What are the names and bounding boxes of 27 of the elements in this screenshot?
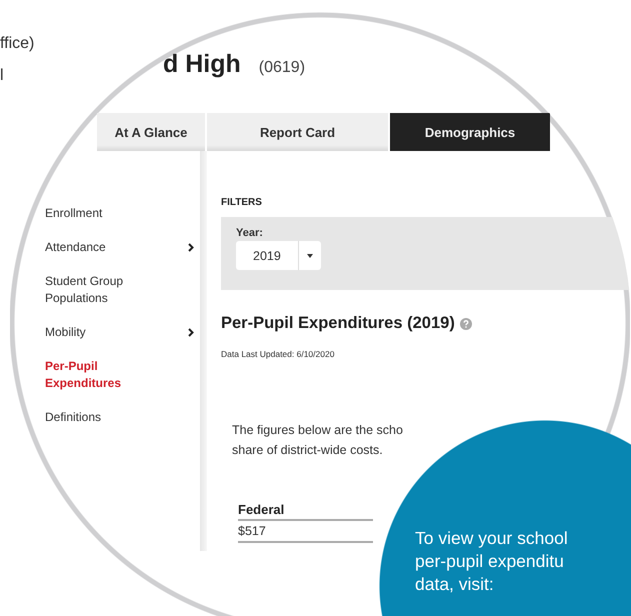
sidebar-item[interactable]: Student Group Populations: [45, 273, 155, 307]
column-header: Federal: [238, 502, 373, 521]
intro-text: The figures below are the scho: [232, 422, 403, 439]
update-date: Data Last Updated: 6/10/2020: [221, 349, 336, 359]
school-name: d High: [163, 50, 241, 79]
sidebar-item[interactable]: Enrollment: [45, 205, 155, 222]
table-cell: $517: [238, 521, 373, 543]
tab[interactable]: Report Card: [207, 113, 388, 151]
section-title: Per-Pupil Expenditures (2019): [221, 314, 455, 333]
callout-text: per-pupil expenditu: [415, 550, 564, 573]
intro-text: share of district-wide costs.: [232, 442, 383, 459]
year-select[interactable]: 2019: [236, 241, 321, 270]
school-code: (0619): [258, 59, 306, 77]
background-text: ffice): [0, 34, 34, 54]
caret-icon: [306, 254, 313, 258]
help-icon[interactable]: [460, 318, 472, 330]
tab[interactable]: Demographics: [390, 113, 550, 151]
callout-text: data, visit:: [415, 573, 494, 596]
callout-text: To view your school: [415, 527, 568, 550]
filters-heading: FILTERS: [221, 197, 263, 208]
sidebar-item[interactable]: Attendance: [45, 239, 155, 256]
sidebar-item[interactable]: Per-Pupil Expenditures: [45, 358, 155, 392]
sidebar-item[interactable]: Definitions: [45, 409, 155, 426]
background-text: l: [0, 66, 4, 86]
tab[interactable]: At A Glance: [97, 113, 205, 151]
sidebar-item[interactable]: Mobility: [45, 324, 155, 341]
year-label: Year:: [236, 227, 264, 239]
